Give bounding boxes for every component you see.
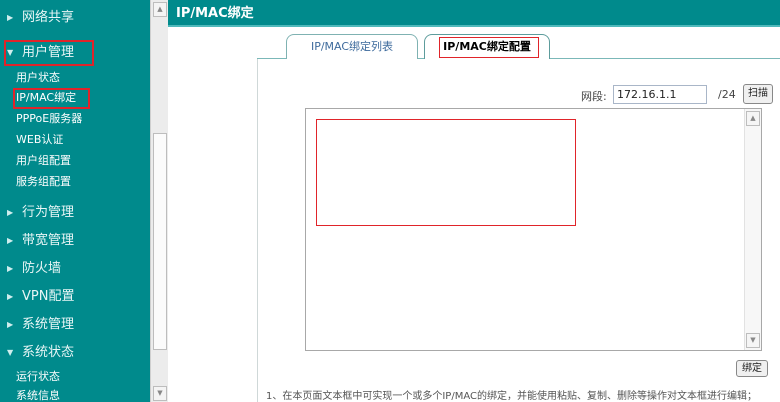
chevron-down-icon: ▼ [7, 348, 14, 357]
sidebar-item-firewall[interactable]: ▶ 防火墙 [0, 256, 150, 282]
scroll-up-arrow-icon[interactable]: ▲ [153, 2, 167, 17]
segment-row: 网段: /24 扫描 [581, 84, 773, 106]
segment-input[interactable] [613, 85, 707, 104]
binding-textarea[interactable]: ▲ ▼ [305, 108, 762, 351]
sidebar-scrollbar[interactable]: ▲ ▼ [150, 0, 168, 402]
textarea-highlight [316, 119, 576, 226]
segment-suffix: /24 [718, 88, 736, 101]
sidebar-item-system-status[interactable]: ▼ 系统状态 [0, 340, 150, 366]
chevron-right-icon: ▶ [7, 208, 14, 217]
user-management-highlight [4, 40, 94, 66]
sidebar-item-vpn-config[interactable]: ▶ VPN配置 [0, 284, 150, 310]
scrollbar-thumb[interactable] [153, 133, 167, 350]
help-note: 1、在本页面文本框中可实现一个或多个IP/MAC的绑定，并能使用粘贴、复制、删除… [266, 391, 757, 402]
chevron-right-icon: ▶ [7, 264, 14, 273]
sidebar-subitem-running-status[interactable]: 运行状态 [16, 368, 60, 386]
bind-button[interactable]: 绑定 [736, 360, 768, 377]
scroll-down-arrow-icon[interactable]: ▼ [153, 386, 167, 401]
sidebar-subitem-user-group[interactable]: 用户组配置 [16, 152, 71, 170]
sidebar-subitem-pppoe-server[interactable]: PPPoE服务器 [16, 110, 82, 128]
sidebar-item-network-share[interactable]: ▶ 网络共享 [0, 5, 150, 31]
sidebar-item-bandwidth-management[interactable]: ▶ 带宽管理 [0, 228, 150, 254]
sidebar: ▶ 网络共享 ▼ 用户管理 用户状态 IP/MAC绑定 PPPoE服务器 WEB… [0, 0, 150, 402]
sidebar-item-system-management[interactable]: ▶ 系统管理 [0, 312, 150, 338]
app-window: ▶ 网络共享 ▼ 用户管理 用户状态 IP/MAC绑定 PPPoE服务器 WEB… [0, 0, 780, 402]
scroll-up-arrow-icon[interactable]: ▲ [746, 111, 760, 126]
chevron-right-icon: ▶ [7, 236, 14, 245]
chevron-right-icon: ▶ [7, 320, 14, 329]
tab-config-highlight [439, 37, 539, 58]
segment-label: 网段: [581, 90, 607, 103]
main-panel: IP/MAC绑定 IP/MAC绑定列表 IP/MAC绑定配置 网段: /24 扫… [168, 0, 780, 402]
sidebar-subitem-service-group[interactable]: 服务组配置 [16, 173, 71, 191]
page-header: IP/MAC绑定 [168, 0, 780, 27]
tab-ip-mac-binding-list[interactable]: IP/MAC绑定列表 [286, 34, 418, 59]
sidebar-item-behavior-management[interactable]: ▶ 行为管理 [0, 200, 150, 226]
page-title: IP/MAC绑定 [176, 6, 254, 21]
sidebar-subitem-system-info[interactable]: 系统信息 [16, 387, 60, 402]
ip-mac-binding-highlight [13, 88, 90, 109]
scroll-down-arrow-icon[interactable]: ▼ [746, 333, 760, 348]
sidebar-subitem-web-auth[interactable]: WEB认证 [16, 131, 63, 149]
scan-button[interactable]: 扫描 [743, 84, 773, 104]
sidebar-subitem-user-status[interactable]: 用户状态 [16, 69, 60, 87]
chevron-right-icon: ▶ [7, 292, 14, 301]
textarea-scrollbar[interactable]: ▲ ▼ [744, 109, 761, 350]
chevron-right-icon: ▶ [7, 13, 14, 22]
